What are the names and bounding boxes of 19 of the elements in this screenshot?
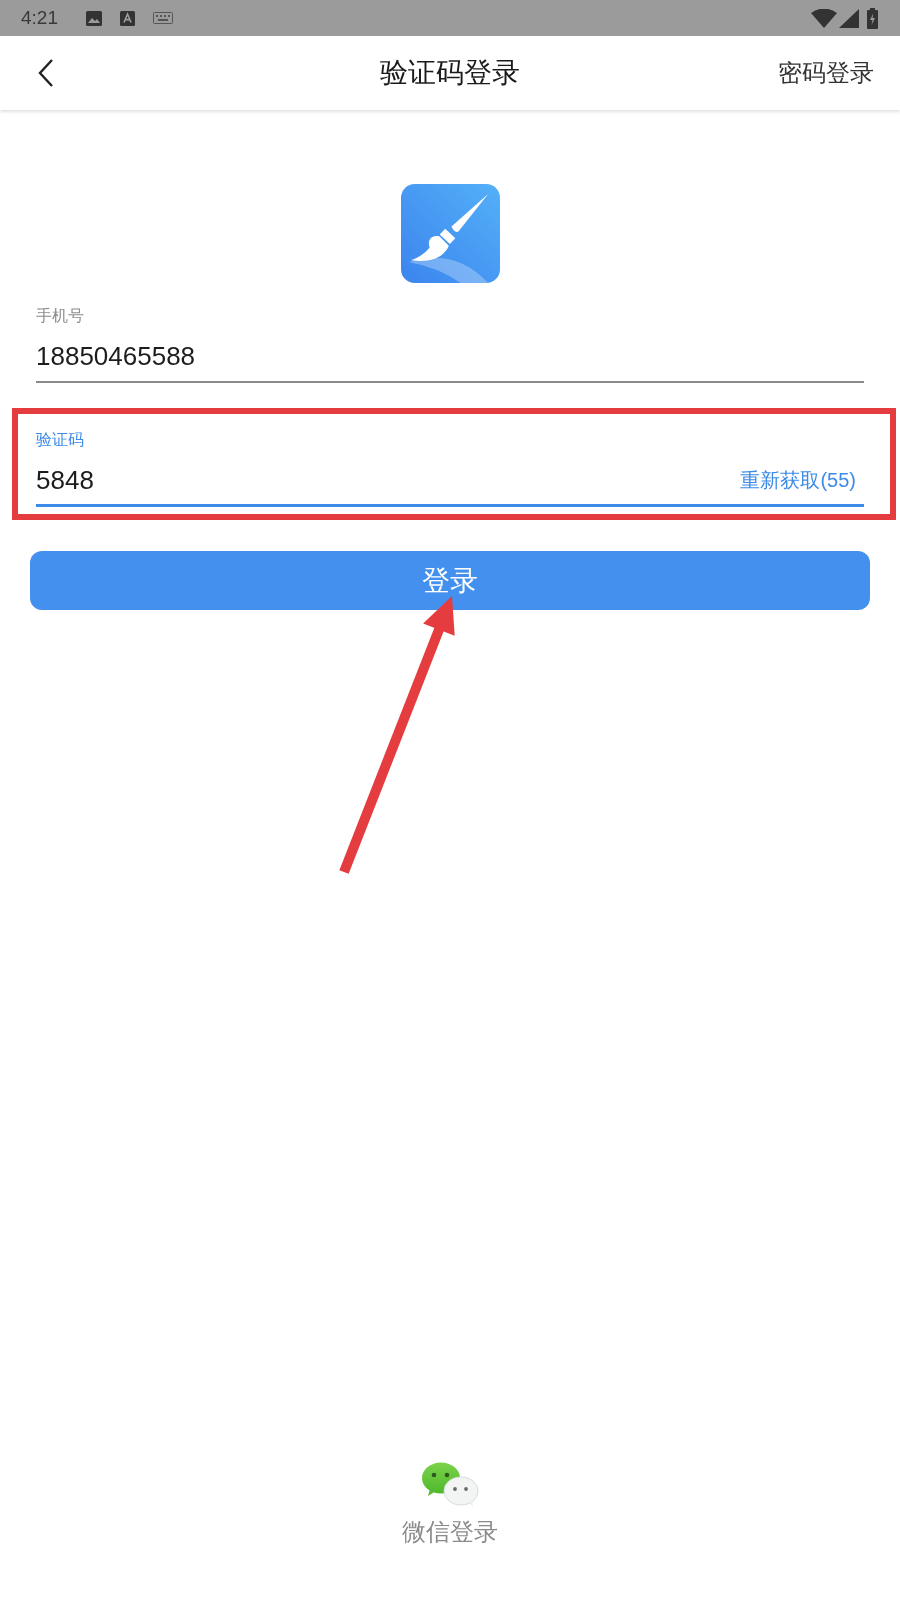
wifi-icon	[811, 8, 837, 28]
password-login-link[interactable]: 密码登录	[778, 57, 874, 89]
back-button[interactable]	[36, 57, 56, 89]
font-icon	[120, 10, 135, 26]
battery-icon	[867, 7, 878, 29]
resend-code-button[interactable]: 重新获取(55)	[740, 466, 864, 494]
wechat-login-label: 微信登录	[402, 1517, 498, 1547]
signal-icon	[839, 8, 859, 28]
image-icon	[86, 10, 102, 26]
page-title: 验证码登录	[380, 56, 520, 90]
status-time: 4:21	[21, 7, 58, 29]
chevron-left-icon	[38, 59, 54, 87]
keyboard-icon	[153, 12, 173, 24]
chat-bubbles-icon	[421, 1462, 479, 1508]
field-label: 验证码	[36, 430, 85, 450]
field-label: 手机号	[36, 306, 85, 326]
input-field[interactable]: 18850465588	[36, 340, 864, 372]
paintbrush-icon	[400, 184, 500, 283]
input-field[interactable]: 5848	[36, 464, 741, 496]
